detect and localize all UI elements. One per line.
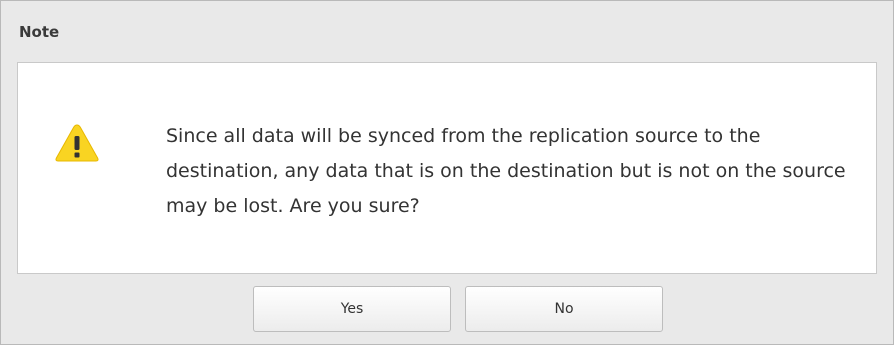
dialog-message: Since all data will be synced from the r… <box>166 125 846 217</box>
dialog-titlebar: Note <box>1 1 893 61</box>
dialog-button-row: Yes No <box>1 286 893 334</box>
note-dialog: Note Since all data will be synced from … <box>0 0 894 345</box>
yes-button[interactable]: Yes <box>253 286 451 332</box>
dialog-title: Note <box>19 23 60 41</box>
warning-icon <box>54 122 100 164</box>
dialog-content: Since all data will be synced from the r… <box>17 62 877 274</box>
no-button[interactable]: No <box>465 286 663 332</box>
